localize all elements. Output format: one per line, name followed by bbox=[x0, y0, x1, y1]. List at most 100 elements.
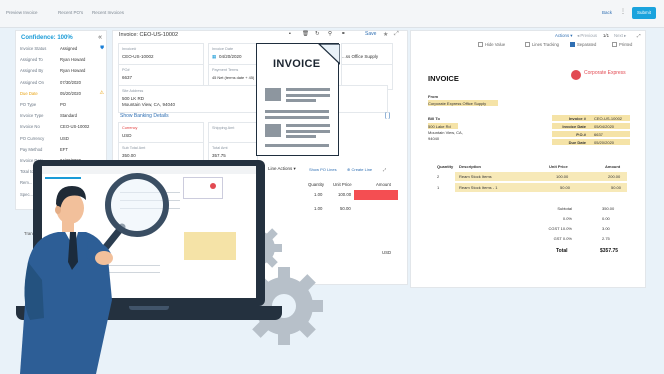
row1-quantity[interactable]: 1.00 bbox=[314, 192, 322, 197]
expand-lines-icon[interactable]: ⤢ bbox=[383, 167, 386, 172]
expand-banking-icon[interactable]: [ ] bbox=[385, 113, 390, 119]
back-button[interactable]: Back bbox=[602, 10, 612, 15]
summary-field-label: PO Currency bbox=[20, 135, 45, 141]
doc-col-unit-price: Unit Price bbox=[549, 164, 568, 169]
from-label: From bbox=[428, 94, 438, 99]
bill-to-line-3: 94040 bbox=[428, 136, 440, 141]
summary-field-row[interactable]: Assigned To Ryan Howard bbox=[20, 56, 106, 65]
summary-field-value: Assigned bbox=[60, 46, 78, 51]
doc-summary-value: 3.00 bbox=[602, 226, 610, 231]
tab-recent-pos[interactable]: Recent PO's bbox=[58, 10, 83, 15]
calendar-icon[interactable]: ▦ bbox=[212, 54, 216, 60]
delete-icon[interactable]: 🗑 bbox=[302, 31, 309, 37]
summary-field-value: 05/20/2020 bbox=[60, 90, 81, 96]
create-line-button[interactable]: ⊕ Create Line bbox=[347, 167, 372, 172]
summary-field-row[interactable]: Invoice Type Standard bbox=[20, 112, 106, 121]
doc-row1-amount: 200.00 bbox=[608, 174, 621, 179]
summary-field-label: Due Date bbox=[20, 90, 38, 96]
summary-field-row[interactable]: Assigned On 07/30/2020 bbox=[20, 79, 106, 88]
tab-preview-invoice[interactable]: Preview Invoice bbox=[6, 10, 38, 15]
doc-meta-label: Invoice Date bbox=[562, 124, 586, 129]
doc-row2-description: Ream Stock Items - 1 bbox=[459, 185, 498, 190]
next-page-button[interactable]: Next ▸ bbox=[614, 33, 626, 39]
comment-icon[interactable]: ▪ bbox=[289, 31, 291, 37]
summary-field-label: Invoice Status bbox=[20, 46, 47, 51]
actions-dropdown[interactable]: Actions ▾ bbox=[555, 33, 572, 39]
separated-checkbox[interactable]: Separated bbox=[570, 42, 596, 48]
save-button[interactable]: Save bbox=[365, 31, 376, 37]
expand-icon[interactable]: ⤢ bbox=[394, 31, 399, 38]
summary-field-row[interactable]: Invoice Status Assigned ⛊ bbox=[20, 45, 106, 54]
summary-field-label: Invoice No bbox=[20, 124, 40, 130]
col-unit-price[interactable]: Unit Price bbox=[333, 182, 352, 187]
col-amount[interactable]: Amount bbox=[376, 182, 391, 187]
summary-field-row[interactable]: PO Currency USD bbox=[20, 135, 106, 144]
invoice-document: INVOICE Corporate Express From Corporate… bbox=[428, 58, 634, 264]
doc-col-description: Description bbox=[459, 164, 482, 169]
star-icon[interactable]: ★ bbox=[383, 31, 388, 38]
summary-field-label: Assigned To bbox=[20, 57, 43, 63]
summary-field-row[interactable]: Pay Method EFT bbox=[20, 146, 106, 155]
doc-col-quantity: Quantity bbox=[437, 164, 454, 169]
doc-row2-quantity: 1 bbox=[437, 185, 440, 190]
doc-total-value: $357.75 bbox=[600, 248, 619, 254]
refresh-icon[interactable]: ↻ bbox=[315, 31, 320, 37]
page-indicator: 1/1 bbox=[603, 33, 609, 38]
bill-to-line-1: 500 Lake Rd bbox=[428, 124, 451, 129]
doc-summary-label: CGST 10.0% bbox=[548, 226, 573, 231]
previous-page-button[interactable]: ◂ Previous bbox=[577, 33, 597, 39]
tab-recent-invoices[interactable]: Recent Invoices bbox=[92, 10, 124, 15]
row2-unit-price[interactable]: 50.00 bbox=[340, 206, 351, 211]
warning-icon: ⚠ bbox=[99, 89, 104, 96]
doc-row1-description: Ream Stock Items bbox=[459, 174, 492, 179]
more-options-icon[interactable]: ⋮ bbox=[620, 8, 626, 15]
doc-row2-amount: 50.00 bbox=[611, 185, 622, 190]
summary-field-row[interactable]: Due Date 05/20/2020 ⚠ bbox=[20, 90, 106, 99]
doc-row2-unit-price: 50.00 bbox=[560, 185, 571, 190]
row2-quantity[interactable]: 1.00 bbox=[314, 206, 322, 211]
col-quantity[interactable]: Quantity bbox=[308, 182, 324, 187]
lines-tracking-checkbox[interactable]: Lines Tracking bbox=[525, 42, 559, 48]
summary-field-row[interactable]: PO Type PO bbox=[20, 101, 106, 110]
summary-field-label: Spec... bbox=[20, 191, 34, 197]
line-actions-dropdown[interactable]: Line Actions ▾ bbox=[268, 166, 296, 172]
site-address-field[interactable]: Site Address 500 LK RD Mountain View, CA… bbox=[118, 85, 388, 113]
summary-field-value: Ryan Howard bbox=[60, 68, 86, 74]
submit-button[interactable]: Submit bbox=[632, 7, 656, 19]
doc-total-label: Total bbox=[556, 248, 568, 254]
summary-field-value: EFT bbox=[60, 146, 68, 152]
summary-field-value: Ryan Howard bbox=[60, 57, 86, 63]
row1-unit-price[interactable]: 100.00 bbox=[338, 192, 351, 197]
amount-error-cell[interactable] bbox=[354, 190, 398, 200]
doc-summary-label: 0.0% bbox=[562, 216, 572, 221]
summary-field-value: 07/30/2020 bbox=[60, 79, 81, 85]
top-bar: Preview Invoice Recent PO's Recent Invoi… bbox=[0, 0, 664, 28]
printed-checkbox[interactable]: Printed bbox=[612, 42, 632, 48]
show-banking-details-link[interactable]: Show Banking Details bbox=[120, 113, 169, 119]
expand-preview-icon[interactable]: ⤢ bbox=[637, 33, 640, 38]
summary-field-value: PO bbox=[60, 102, 67, 107]
bill-to-label: Bill To bbox=[428, 116, 440, 121]
company-logo-icon bbox=[571, 70, 581, 80]
doc-col-amount: Amount bbox=[605, 164, 621, 169]
doc-meta-label: P.O.# bbox=[576, 132, 586, 137]
summary-field-row[interactable]: Invoice No CEO-US-10002 bbox=[20, 123, 106, 132]
hide-value-checkbox[interactable]: Hide Value bbox=[478, 42, 505, 48]
summary-field-row[interactable]: Assigned By Ryan Howard bbox=[20, 67, 106, 76]
split-icon[interactable]: ⚭ bbox=[341, 31, 346, 37]
collapse-icon[interactable]: « bbox=[98, 34, 102, 41]
from-value: Corporate Express Office Supply bbox=[428, 101, 487, 106]
summary-field-label: Pay Method bbox=[20, 146, 43, 152]
lines-currency: USD bbox=[382, 250, 392, 255]
summary-field-label: Assigned By bbox=[20, 68, 44, 74]
doc-meta-value: 05/04/2020 bbox=[594, 124, 615, 129]
summary-field-label: Invoice Type bbox=[20, 113, 44, 119]
invoice-form-title: Invoice: CEO-US-10002 bbox=[119, 32, 178, 38]
attach-icon[interactable]: ⚲ bbox=[328, 31, 332, 37]
doc-summary-label: GST 0.0% bbox=[553, 236, 572, 241]
company-logo-text: Corporate Express bbox=[584, 70, 626, 76]
summary-field-label: Rem... bbox=[20, 180, 33, 186]
summary-field-value: Standard bbox=[60, 113, 77, 119]
doc-meta-value: 05/20/2020 bbox=[594, 140, 615, 145]
show-po-lines-link[interactable]: Show PO Lines bbox=[309, 167, 337, 172]
